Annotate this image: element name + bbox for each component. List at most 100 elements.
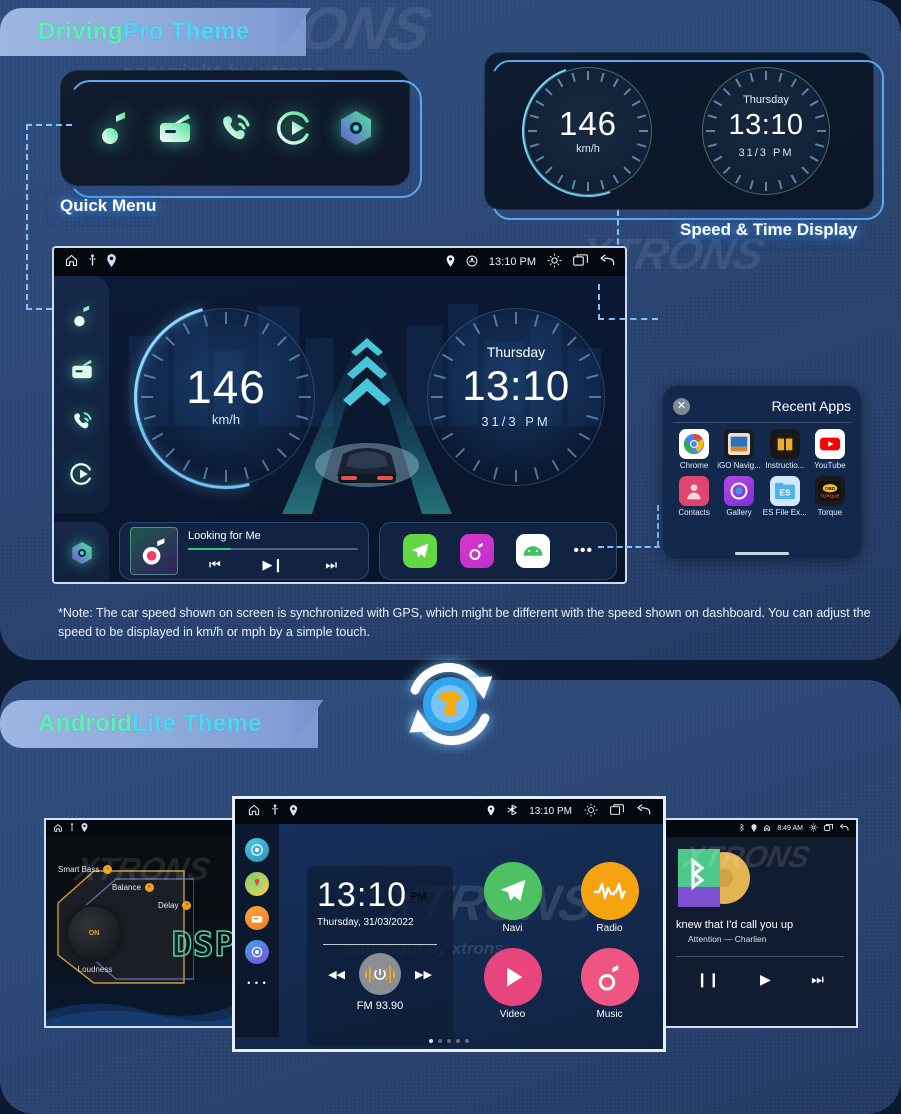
settings-icon[interactable]: [336, 108, 376, 148]
instructions-icon[interactable]: [769, 429, 800, 459]
divider: [673, 422, 851, 423]
sidebar-radio-icon[interactable]: [69, 356, 95, 382]
lite-app-radio[interactable]: Radio: [572, 862, 647, 934]
page-dot[interactable]: [447, 1039, 451, 1043]
page-dot[interactable]: [438, 1039, 442, 1043]
telegram-app-icon[interactable]: [402, 534, 437, 568]
lite-app-video[interactable]: Video: [475, 948, 550, 1020]
android-lite-head-unit-screen: 13:10 PM XTRONS copyright by xtrons: [232, 796, 666, 1052]
bt-track-subtitle: Attention — Charlien: [688, 934, 767, 944]
android-auto-app-icon[interactable]: [516, 534, 551, 568]
page-indicator-dots[interactable]: [429, 1039, 469, 1043]
home-icon[interactable]: [53, 823, 63, 835]
dsp-logo: DSP: [171, 924, 236, 966]
head-unit-speed-gauge[interactable]: 146 km/h: [109, 276, 352, 514]
speed-unit: km/h: [576, 143, 600, 155]
rail-radio-icon[interactable]: [245, 906, 269, 930]
igo-navigation-icon[interactable]: [723, 429, 754, 459]
playback-progress[interactable]: [188, 547, 358, 550]
recent-app-item[interactable]: Gallery: [717, 476, 761, 517]
usb-icon: [88, 254, 97, 270]
sidebar-settings-icon[interactable]: [69, 540, 95, 566]
loudness-label: Loudness: [77, 965, 113, 974]
radio-icon[interactable]: [155, 108, 195, 148]
bt-pause-button[interactable]: ❙❙: [696, 971, 719, 988]
lite-status-bar: 13:10 PM: [235, 799, 663, 824]
prev-track-button[interactable]: ⏮: [209, 557, 221, 573]
speed-time-label: Speed & Time Display: [680, 220, 858, 239]
music-icon[interactable]: [94, 108, 134, 148]
home-icon[interactable]: [64, 253, 79, 271]
recent-app-item[interactable]: YouTube: [809, 429, 851, 470]
home-icon[interactable]: [247, 803, 261, 820]
video-icon[interactable]: [275, 108, 315, 148]
recent-app-item[interactable]: Instructio...: [763, 429, 807, 470]
head-unit-time-gauge[interactable]: Thursday 13:10 31/3 PM: [427, 308, 605, 486]
dsp-chip-balance[interactable]: Balance ›: [112, 883, 154, 892]
page-dot[interactable]: [429, 1039, 433, 1043]
close-icon[interactable]: ✕: [673, 397, 690, 415]
brightness-icon[interactable]: [809, 823, 818, 834]
recent-app-item[interactable]: OBD TORQUE Torque: [809, 476, 851, 517]
sidebar-music-icon[interactable]: [69, 303, 95, 329]
rail-settings-icon[interactable]: [245, 838, 269, 862]
head-unit-day: Thursday: [486, 344, 546, 360]
recent-app-item[interactable]: Contacts: [673, 476, 715, 517]
quick-menu-card: [60, 70, 422, 198]
rail-gallery-icon[interactable]: [245, 940, 269, 964]
lite-app-music[interactable]: Music: [572, 948, 647, 1020]
torque-icon[interactable]: OBD TORQUE: [814, 476, 845, 506]
page-dot[interactable]: [465, 1039, 469, 1043]
bluetooth-music-screen: 8:49 AM knew that I'd call you up Attent…: [662, 818, 858, 1028]
head-unit-sidebar-secondary: [54, 522, 109, 582]
recent-app-item[interactable]: iGO Navig...: [717, 429, 761, 470]
more-apps-icon[interactable]: •••: [573, 542, 593, 560]
gallery-icon[interactable]: [723, 476, 754, 506]
head-unit-bottom-bar: Looking for Me ⏮ ▶❙ ⏭ •••: [109, 518, 625, 582]
next-track-button[interactable]: ⏭: [325, 557, 337, 573]
recent-app-item[interactable]: ES ES File Ex...: [763, 476, 807, 517]
recents-icon[interactable]: [573, 253, 588, 271]
phone-icon[interactable]: [215, 108, 255, 148]
brightness-icon[interactable]: [584, 803, 598, 820]
rail-more-icon[interactable]: • • •: [247, 978, 266, 988]
back-icon[interactable]: [839, 823, 849, 834]
recent-app-label: Instructio...: [765, 461, 805, 470]
recent-app-item[interactable]: Chrome: [673, 429, 715, 470]
es-file-explorer-icon[interactable]: ES: [769, 476, 800, 506]
rail-maps-icon[interactable]: [245, 872, 269, 896]
radio-prev-button[interactable]: ◀◀: [328, 968, 345, 981]
music-app-icon[interactable]: [459, 534, 494, 568]
contacts-icon[interactable]: [679, 476, 710, 506]
play-pause-button[interactable]: ▶❙: [263, 557, 284, 573]
youtube-icon[interactable]: [814, 429, 845, 459]
head-unit-dashboard: 146 km/h Thursday 13:10 31/3 PM: [109, 276, 625, 514]
radio-dial[interactable]: [359, 953, 401, 995]
bt-next-button[interactable]: ⏭: [811, 971, 824, 988]
home-icon[interactable]: [763, 824, 771, 834]
chrome-icon[interactable]: [679, 429, 710, 459]
recent-apps-panel: ✕ Recent Apps Chrome iGO Navig... Instruct…: [663, 386, 861, 559]
loudness-knob[interactable]: ON: [68, 907, 120, 959]
sidebar-video-icon[interactable]: [69, 461, 95, 487]
back-icon[interactable]: [636, 803, 651, 820]
page-dot[interactable]: [456, 1039, 460, 1043]
head-unit-body: 146 km/h Thursday 13:10 31/3 PM Looking …: [54, 276, 625, 582]
radio-next-button[interactable]: ▶▶: [415, 968, 432, 981]
recents-icon[interactable]: [610, 803, 624, 820]
brightness-icon[interactable]: [547, 253, 562, 271]
recents-icon[interactable]: [824, 823, 833, 834]
recent-apps-grid: Chrome iGO Navig... Instructio... YouTube Co…: [673, 429, 851, 517]
driving-title-part1: Driving: [38, 18, 123, 45]
back-icon[interactable]: [599, 254, 615, 271]
lite-app-navi[interactable]: Navi: [475, 862, 550, 934]
gps-icon: [751, 823, 757, 834]
svg-text:TORQUE: TORQUE: [820, 493, 839, 498]
bt-status-bar: 8:49 AM: [664, 820, 856, 837]
lite-body: XTRONS copyright by xtrons • • •: [235, 824, 663, 1049]
dsp-chip-delay[interactable]: Delay ›: [158, 901, 192, 910]
svg-text:OBD: OBD: [825, 486, 836, 491]
sidebar-phone-icon[interactable]: [69, 408, 95, 434]
dsp-chip-smart-bass[interactable]: Smart Bass ›: [58, 865, 113, 874]
bt-play-button[interactable]: ▶: [760, 971, 771, 988]
